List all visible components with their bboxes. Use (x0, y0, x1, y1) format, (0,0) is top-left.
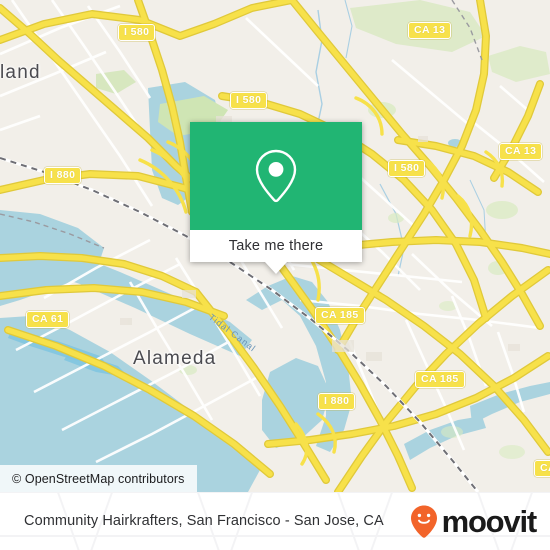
road-shield: CA 185 (315, 307, 365, 324)
road-shield: CA 61 (26, 311, 70, 328)
moovit-smiley-pin-icon (410, 505, 437, 538)
road-shield: CA 13 (499, 143, 543, 160)
road-shield: I 580 (118, 24, 156, 41)
place-label-oakland: land (0, 62, 41, 83)
road-shield: I 880 (44, 167, 82, 184)
road-shield: I 580 (230, 92, 268, 109)
road-shield: CA 185 (415, 371, 465, 388)
road-shield: CA (534, 460, 550, 477)
road-shield: CA 13 (408, 22, 452, 39)
map-pin-icon (255, 149, 297, 203)
moovit-wordmark: moovit (441, 503, 538, 539)
moovit-brand[interactable]: moovit (409, 503, 538, 539)
take-me-there-label: Take me there (228, 238, 324, 254)
popup-tail (265, 262, 287, 274)
map-screenshot: I 580 CA 13 I 580 CA 13 I 580 I 880 CA 6… (0, 0, 550, 550)
osm-attribution[interactable]: © OpenStreetMap contributors (0, 465, 197, 492)
map-canvas[interactable]: I 580 CA 13 I 580 CA 13 I 580 I 880 CA 6… (0, 0, 550, 492)
take-me-there-button[interactable]: Take me there (190, 230, 362, 262)
place-title: Community Hairkrafters, San Francisco - … (24, 512, 384, 529)
footer-bar: Community Hairkrafters, San Francisco - … (0, 492, 550, 550)
place-label-alameda: Alameda (133, 348, 217, 369)
road-shield: I 880 (318, 393, 356, 410)
osm-attribution-text: © OpenStreetMap contributors (12, 471, 185, 486)
take-me-there-popup[interactable]: Take me there (190, 122, 362, 274)
popup-header (190, 122, 362, 230)
road-shield: I 580 (388, 160, 426, 177)
